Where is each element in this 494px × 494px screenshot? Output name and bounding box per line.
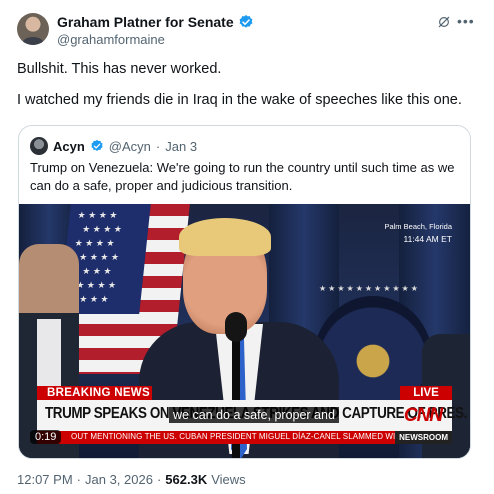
meta-separator-2: · — [156, 472, 162, 487]
live-badge: LIVE — [400, 386, 452, 400]
verified-badge-icon[interactable] — [238, 14, 254, 30]
cnn-logo: CNN — [403, 405, 443, 426]
speaker-hair — [179, 218, 271, 256]
quoted-separator: · — [155, 138, 161, 154]
post-time[interactable]: 12:07 PM — [17, 472, 73, 487]
quoted-header: Acyn @Acyn · Jan 3 — [30, 137, 197, 155]
tweet-line-2: I watched my friends die in Iraq in the … — [17, 92, 462, 108]
location-bug: Palm Beach, Florida 11:44 AM ET — [384, 221, 452, 245]
tweet-meta: 12:07 PM · Jan 3, 2026 · 562.3K Views — [17, 472, 246, 487]
quoted-date[interactable]: Jan 3 — [165, 139, 197, 154]
newsroom-label: NEWSROOM — [395, 431, 452, 444]
tweet-header: Graham Platner for Senate @grahamformain… — [17, 13, 477, 49]
meta-separator-1: · — [76, 472, 81, 487]
location-time: 11:44 AM ET — [403, 234, 452, 244]
author-handle[interactable]: @grahamformaine — [57, 32, 165, 47]
seal-stars: ★★★★★★★★★★★ — [319, 284, 420, 293]
quoted-verified-badge-icon — [90, 139, 104, 153]
views-label: Views — [211, 472, 246, 487]
quoted-text: Trump on Venezuela: We're going to run t… — [30, 160, 455, 193]
author-avatar[interactable] — [17, 13, 49, 45]
more-icon[interactable]: ••• — [457, 13, 475, 29]
ticker-text: OUT MENTIONING THE US. CUBAN PRESIDENT M… — [71, 432, 396, 441]
views-count[interactable]: 562.3K — [165, 472, 207, 487]
quoted-avatar[interactable] — [30, 137, 48, 155]
breaking-news-label: BREAKING NEWS — [37, 386, 152, 400]
grok-icon[interactable] — [437, 15, 451, 34]
quoted-name[interactable]: Acyn — [53, 139, 85, 154]
tweet-line-1: Bullshit. This has never worked. — [17, 61, 222, 77]
news-ticker: OUT MENTIONING THE US. CUBAN PRESIDENT M… — [37, 431, 452, 444]
tweet-text: Bullshit. This has never worked. I watch… — [17, 60, 477, 122]
video-duration: 0:19 — [30, 430, 62, 444]
microphone-icon — [225, 312, 247, 342]
author-name[interactable]: Graham Platner for Senate — [57, 14, 234, 30]
closed-caption: we can do a safe, proper and — [169, 407, 339, 423]
quoted-handle[interactable]: @Acyn — [109, 139, 151, 154]
post-date[interactable]: Jan 3, 2026 — [85, 472, 153, 487]
author-name-row: Graham Platner for Senate — [57, 14, 254, 30]
location-text: Palm Beach, Florida — [384, 222, 452, 231]
video-player[interactable]: ★ ★ ★ ★ ★ ★ ★ ★ ★ ★ ★ ★ ★ ★ ★ ★ ★ ★ ★ ★ … — [19, 204, 470, 458]
quoted-tweet[interactable]: Acyn @Acyn · Jan 3 Trump on Venezuela: W… — [18, 125, 471, 459]
